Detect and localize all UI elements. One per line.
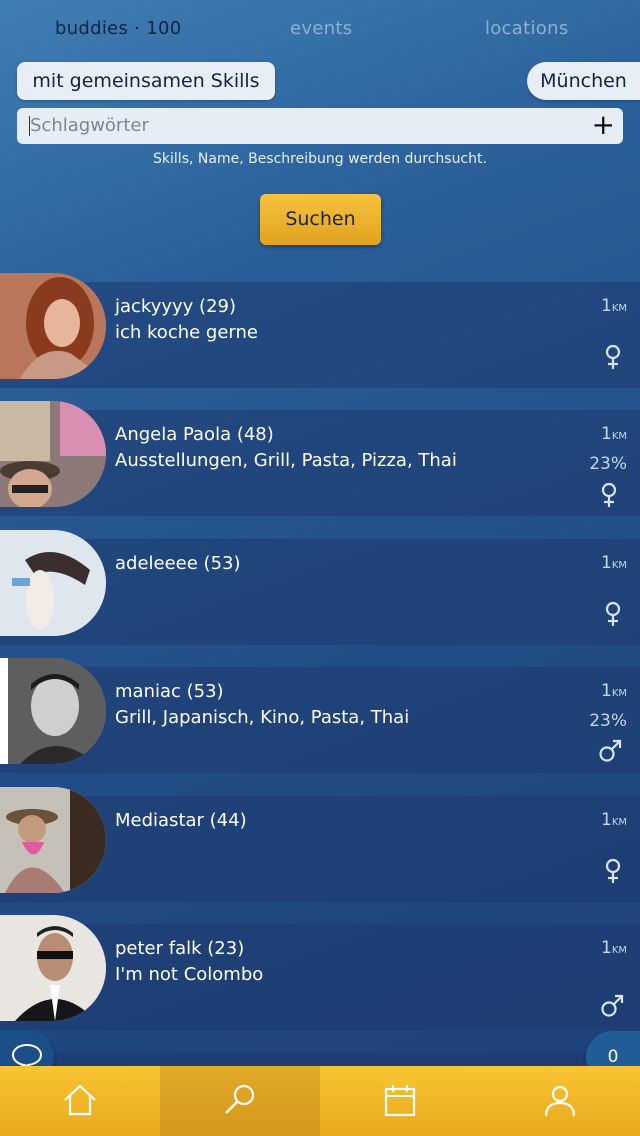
buddy-description: Grill, Japanisch, Kino, Pasta, Thai [115, 707, 410, 728]
female-icon [601, 482, 617, 507]
buddy-distance: 1KM [600, 938, 627, 958]
search-icon [225, 1084, 255, 1114]
buddy-row[interactable]: Mediastar (44) 1KM [0, 787, 640, 902]
female-icon [605, 858, 621, 883]
nav-calendar[interactable] [320, 1066, 480, 1136]
avatar [0, 530, 106, 636]
avatar [0, 658, 106, 764]
avatar [0, 401, 106, 507]
buddy-row[interactable]: peter falk (23) I'm not Colombo 1KM [0, 915, 640, 1030]
bottom-nav [0, 1066, 640, 1136]
avatar [0, 787, 106, 893]
female-icon [605, 601, 621, 626]
plus-icon[interactable]: + [592, 110, 615, 140]
buddy-row[interactable]: Angela Paola (48) Ausstellungen, Grill, … [0, 401, 640, 516]
nav-search[interactable] [160, 1066, 320, 1136]
buddy-row[interactable]: adeleeee (53) 1KM [0, 530, 640, 645]
buddy-match: 23% [589, 711, 627, 731]
top-tabs: buddies · 100 events locations [0, 0, 640, 62]
buddy-match: 23% [589, 454, 627, 474]
buddy-distance: 1KM [600, 296, 627, 316]
buddy-distance: 1KM [600, 553, 627, 573]
home-icon [64, 1084, 96, 1116]
avatar [0, 915, 106, 1021]
text-cursor [29, 116, 30, 136]
city-filter-button[interactable]: München [527, 62, 640, 100]
buddy-row[interactable]: jackyyyy (29) ich koche gerne 1KM [0, 273, 640, 388]
search-button[interactable]: Suchen [260, 194, 381, 245]
male-icon [601, 994, 624, 1017]
buddy-distance: 1KM [600, 810, 627, 830]
tab-locations[interactable]: locations [485, 18, 569, 39]
skills-filter-button[interactable]: mit gemeinsamen Skills [17, 62, 275, 100]
tab-buddies[interactable]: buddies · 100 [55, 18, 182, 39]
female-icon [605, 344, 621, 369]
buddy-description: Ausstellungen, Grill, Pasta, Pizza, Thai [115, 450, 457, 471]
buddy-distance: 1KM [600, 681, 627, 701]
nav-home[interactable] [0, 1066, 160, 1136]
keyword-search-input[interactable]: Schlagwörter + [17, 108, 623, 144]
buddy-description: ich koche gerne [115, 322, 258, 343]
nav-profile[interactable] [480, 1066, 640, 1136]
buddy-name: adeleeee (53) [115, 553, 241, 574]
avatar [0, 273, 106, 379]
calendar-icon [384, 1085, 416, 1117]
male-icon [599, 739, 622, 762]
profile-icon [544, 1085, 576, 1117]
buddy-name: jackyyyy (29) [115, 296, 236, 317]
buddy-description: I'm not Colombo [115, 964, 264, 985]
buddy-row[interactable]: maniac (53) Grill, Japanisch, Kino, Past… [0, 658, 640, 773]
tab-events[interactable]: events [290, 18, 352, 39]
buddy-name: maniac (53) [115, 681, 224, 702]
buddy-distance: 1KM [600, 424, 627, 444]
buddy-name: peter falk (23) [115, 938, 245, 959]
search-placeholder: Schlagwörter [30, 115, 149, 136]
buddy-name: Angela Paola (48) [115, 424, 274, 445]
search-hint: Skills, Name, Beschreibung werden durchs… [153, 151, 487, 167]
buddy-name: Mediastar (44) [115, 810, 247, 831]
